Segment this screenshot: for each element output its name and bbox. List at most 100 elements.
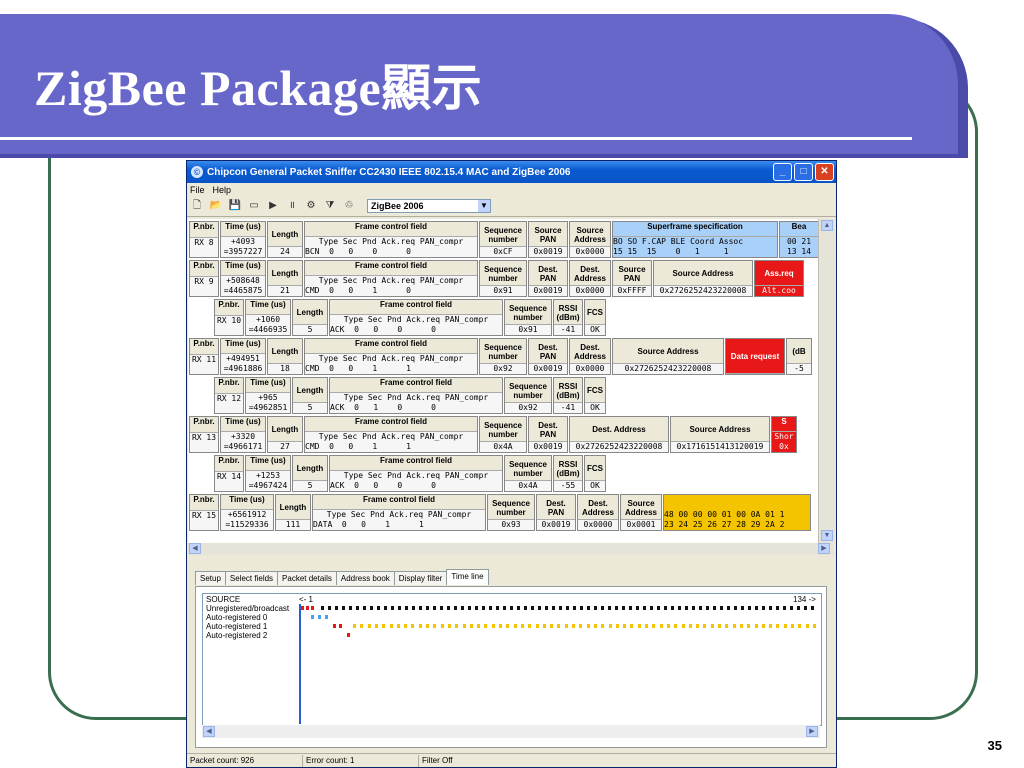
timeline-event bbox=[725, 624, 729, 628]
timeline-event bbox=[769, 624, 773, 628]
col-pnbr-header: P.nbr. bbox=[190, 339, 218, 355]
col-rssi-header: RSSI (dBm) bbox=[554, 300, 582, 324]
col-seq-header: Sequence number bbox=[480, 339, 526, 363]
source-address: 0x0001 bbox=[621, 519, 661, 530]
fcf-values: BCN 0 0 0 0 bbox=[305, 247, 411, 256]
packet-row[interactable]: P.nbr. RX 9 Time (us) +508648 =4465875 Leng… bbox=[189, 260, 805, 297]
play-icon[interactable]: ▶ bbox=[266, 199, 280, 213]
time-delta: +3320 bbox=[230, 432, 256, 441]
menu-help[interactable]: Help bbox=[213, 185, 232, 195]
beacon-payload: 00 21 bbox=[786, 237, 812, 246]
settings-icon[interactable]: ⚙ bbox=[304, 199, 318, 213]
dest-address: 0x0000 bbox=[570, 363, 610, 374]
clear-icon[interactable]: ▭ bbox=[247, 199, 261, 213]
timeline-event bbox=[685, 606, 688, 610]
timeline-row-label: Unregistered/broadcast bbox=[206, 604, 290, 613]
tab-time-line[interactable]: Time line bbox=[446, 569, 489, 585]
open-icon[interactable]: 📂 bbox=[209, 199, 223, 213]
scroll-left-icon[interactable]: ◀ bbox=[189, 543, 201, 554]
packet-row[interactable]: P.nbr. RX 12 Time (us) +965 =4962851 Length… bbox=[214, 377, 607, 414]
window-title: Chipcon General Packet Sniffer CC2430 IE… bbox=[207, 166, 571, 178]
menu-file[interactable]: File bbox=[190, 185, 205, 195]
packet-row[interactable]: P.nbr. RX 10 Time (us) +1060 =4466935 Lengt… bbox=[214, 299, 607, 336]
scroll-right-icon[interactable]: ▶ bbox=[806, 726, 818, 737]
packet-row[interactable]: P.nbr. RX 11 Time (us) +494951 =4961886 Len… bbox=[189, 338, 813, 375]
col-time-header: Time (us) bbox=[221, 495, 273, 510]
time-absolute: =4962851 bbox=[248, 403, 288, 412]
timeline-cursor[interactable] bbox=[299, 604, 301, 724]
timeline-event bbox=[652, 624, 656, 628]
col-dest-pan-header: Dest. PAN bbox=[529, 417, 567, 441]
maximize-button[interactable]: □ bbox=[794, 163, 813, 181]
timeline-event bbox=[713, 606, 716, 610]
timeline-event bbox=[398, 606, 401, 610]
timeline-event bbox=[335, 606, 338, 610]
packet-list[interactable]: P.nbr. RX 8 Time (us) +4093 =3957227 Length… bbox=[188, 219, 818, 543]
packet-row[interactable]: P.nbr. RX 14 Time (us) +1253 =4967424 Lengt… bbox=[214, 455, 607, 492]
timeline-event bbox=[405, 606, 408, 610]
col-pnbr-header: P.nbr. bbox=[190, 417, 218, 433]
timeline-event bbox=[573, 606, 576, 610]
menu-bar: File Help bbox=[187, 183, 836, 196]
packet-length: 5 bbox=[293, 402, 327, 413]
col-seq-header: Sequence number bbox=[488, 495, 534, 519]
timeline-event bbox=[374, 624, 378, 628]
fcf-values: CMD 0 0 1 1 bbox=[305, 442, 411, 451]
timeline-view[interactable]: SOURCE <- 1 134 -> Unregistered/broadcas… bbox=[202, 593, 822, 726]
tab-packet-details[interactable]: Packet details bbox=[277, 571, 337, 585]
timeline-event bbox=[360, 624, 364, 628]
packet-number: RX 13 bbox=[191, 433, 217, 442]
col-fcs-header: FCS bbox=[585, 378, 605, 402]
new-icon[interactable]: 🗋 bbox=[190, 199, 204, 213]
tab-address-book[interactable]: Address book bbox=[335, 571, 395, 585]
scroll-down-icon[interactable]: ▼ bbox=[821, 530, 833, 541]
source-address: 0x2726252423220008 bbox=[613, 363, 723, 374]
dest-pan: 0x0019 bbox=[529, 441, 567, 452]
timeline-event bbox=[325, 615, 328, 619]
timeline-event bbox=[419, 606, 422, 610]
col-seq-header: Sequence number bbox=[505, 456, 551, 480]
col-pnbr-header: P.nbr. bbox=[215, 300, 243, 316]
protocol-select[interactable]: ZigBee 2006 ▼ bbox=[367, 199, 491, 213]
timeline-event bbox=[601, 606, 604, 610]
scroll-right-icon[interactable]: ▶ bbox=[818, 543, 830, 554]
timeline-event bbox=[491, 624, 495, 628]
timeline-event bbox=[468, 606, 471, 610]
timeline-event bbox=[593, 624, 597, 628]
timeline-event bbox=[643, 606, 646, 610]
timeline-event bbox=[706, 606, 709, 610]
packet-row[interactable]: P.nbr. RX 13 Time (us) +3320 =4966171 Lengt… bbox=[189, 416, 798, 453]
packet-row[interactable]: P.nbr. RX 15 Time (us) +6561912 =11529336 L… bbox=[189, 494, 812, 531]
timeline-event bbox=[761, 624, 765, 628]
minimize-button[interactable]: _ bbox=[773, 163, 792, 181]
col-src-addr-header: Source Address bbox=[570, 222, 610, 246]
filter-icon[interactable]: ⧩ bbox=[323, 199, 337, 213]
timeline-event bbox=[748, 606, 751, 610]
save-icon[interactable]: 💾 bbox=[228, 199, 242, 213]
fcf-values: CMD 0 0 1 0 bbox=[305, 286, 411, 295]
command-type: Ass.req bbox=[755, 261, 803, 285]
col-seq-header: Sequence number bbox=[480, 222, 526, 246]
scroll-up-icon[interactable]: ▲ bbox=[821, 220, 833, 231]
timeline-row-label: Auto-registered 0 bbox=[206, 613, 268, 622]
tab-setup[interactable]: Setup bbox=[195, 571, 226, 585]
col-pnbr-header: P.nbr. bbox=[190, 261, 218, 277]
window-titlebar: © Chipcon General Packet Sniffer CC2430 … bbox=[187, 161, 836, 183]
fcf-subheader: Type Sec Pnd Ack.req PAN_compr bbox=[343, 315, 489, 324]
page-number: 35 bbox=[987, 738, 1002, 753]
packet-list-vscroll[interactable]: ▲ ▼ bbox=[818, 219, 835, 543]
close-button[interactable]: ✕ bbox=[815, 163, 834, 181]
timeline-event bbox=[426, 624, 429, 628]
hex-icon[interactable]: ♲ bbox=[342, 199, 356, 213]
timeline-hscroll[interactable]: ◀ ▶ bbox=[202, 725, 820, 738]
tab-select-fields[interactable]: Select fields bbox=[224, 571, 279, 585]
pause-icon[interactable]: ॥ bbox=[285, 199, 299, 213]
tab-display-filter[interactable]: Display filter bbox=[393, 571, 448, 585]
col-fcf-header: Frame control field bbox=[305, 339, 477, 354]
packet-row[interactable]: P.nbr. RX 8 Time (us) +4093 =3957227 Length… bbox=[189, 221, 818, 258]
scroll-left-icon[interactable]: ◀ bbox=[203, 726, 215, 737]
timeline-event bbox=[692, 606, 695, 610]
timeline-event bbox=[377, 606, 380, 610]
packet-list-hscroll[interactable]: ◀ ▶ bbox=[188, 543, 834, 555]
timeline-event bbox=[389, 624, 393, 628]
